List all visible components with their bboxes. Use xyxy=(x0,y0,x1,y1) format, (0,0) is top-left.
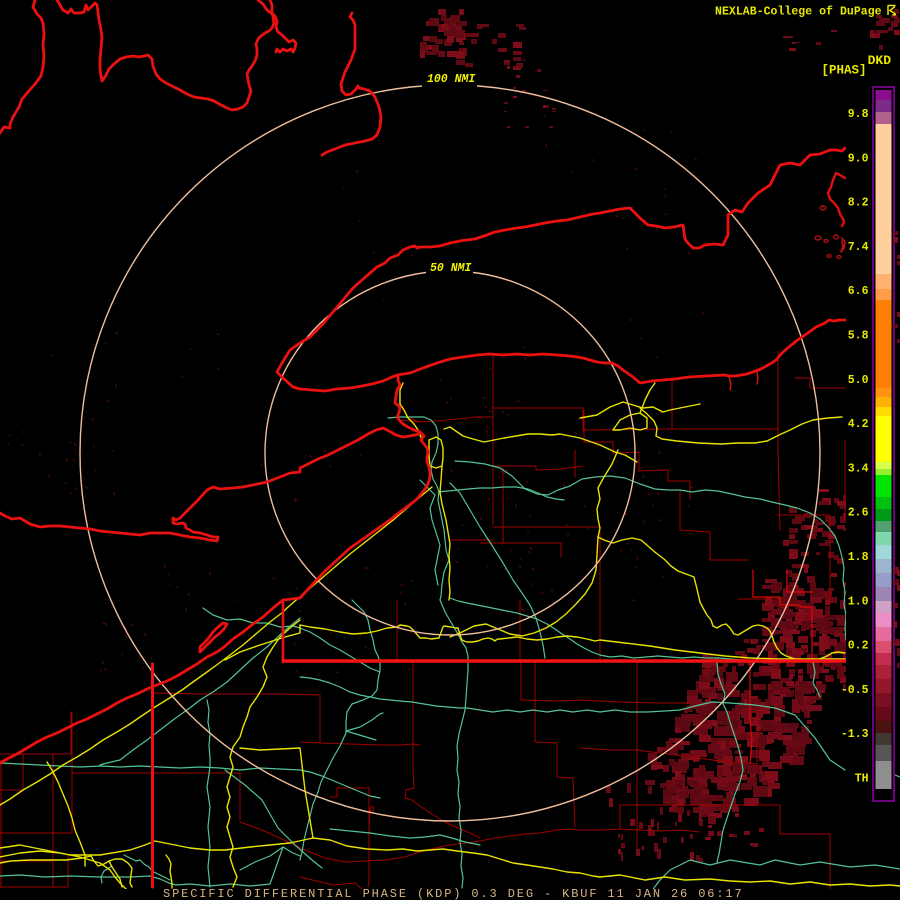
svg-text:TH: TH xyxy=(855,773,869,786)
svg-text:7.4: 7.4 xyxy=(848,241,869,254)
svg-text:-1.3: -1.3 xyxy=(841,728,869,741)
svg-text:1.8: 1.8 xyxy=(848,551,869,564)
svg-text:[PHAS]: [PHAS] xyxy=(821,64,866,78)
svg-text:100 NMI: 100 NMI xyxy=(427,73,475,86)
svg-text:DKD: DKD xyxy=(868,53,892,68)
svg-text:5.8: 5.8 xyxy=(848,330,869,343)
svg-text:9.8: 9.8 xyxy=(848,108,869,121)
svg-text:SPECIFIC DIFFERENTIAL PHASE (K: SPECIFIC DIFFERENTIAL PHASE (KDP) 0.3 DE… xyxy=(163,887,744,900)
svg-text:8.2: 8.2 xyxy=(848,197,869,210)
svg-text:6.6: 6.6 xyxy=(848,285,869,298)
svg-text:50 NMI: 50 NMI xyxy=(430,262,472,275)
svg-text:1.0: 1.0 xyxy=(848,595,869,608)
svg-text:3.4: 3.4 xyxy=(848,462,869,475)
svg-text:5.0: 5.0 xyxy=(848,374,869,387)
svg-text:NEXLAB-College of DuPage: NEXLAB-College of DuPage xyxy=(715,6,882,19)
svg-text:0.2: 0.2 xyxy=(848,640,869,653)
svg-text:-0.5: -0.5 xyxy=(841,684,869,697)
svg-text:4.2: 4.2 xyxy=(848,418,869,431)
svg-text:2.6: 2.6 xyxy=(848,507,869,520)
svg-text:9.0: 9.0 xyxy=(848,152,869,165)
